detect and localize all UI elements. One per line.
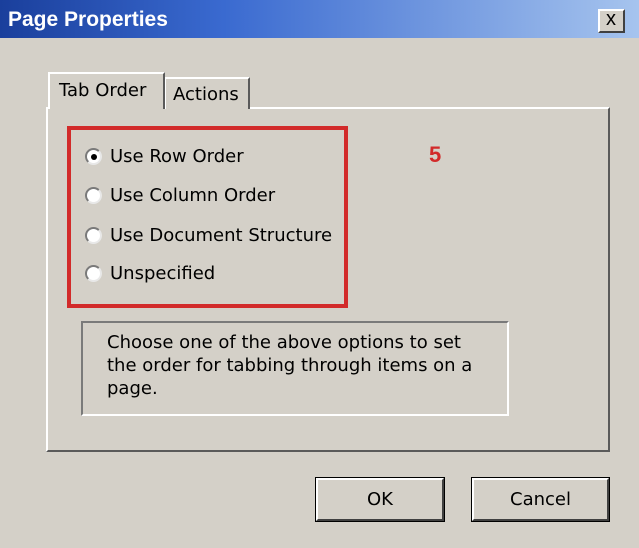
tab-actions-label: Actions [173, 84, 239, 105]
ok-button[interactable]: OK [315, 477, 445, 522]
page-properties-dialog: Page Properties x Actions Tab Order Use … [0, 0, 639, 548]
step-number-annotation: 5 [429, 142, 442, 167]
cancel-button[interactable]: Cancel [471, 477, 610, 522]
tab-tab-order[interactable]: Tab Order [48, 72, 165, 109]
close-button[interactable]: x [598, 8, 625, 33]
tab-tab-order-label: Tab Order [59, 80, 147, 101]
description-box: Choose one of the above options to set t… [81, 321, 509, 416]
title-bar: Page Properties x [0, 0, 639, 38]
close-icon: x [606, 8, 616, 30]
tab-actions[interactable]: Actions [164, 77, 250, 109]
description-text: Choose one of the above options to set t… [107, 332, 473, 399]
highlight-annotation-box [67, 126, 348, 308]
window-title: Page Properties [8, 8, 168, 31]
